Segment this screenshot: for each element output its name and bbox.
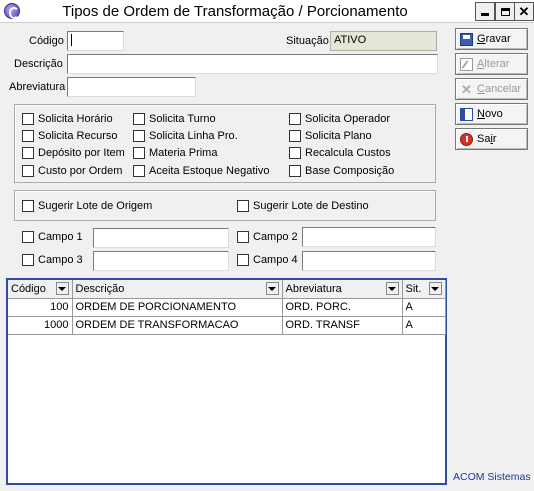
checkbox-box: [22, 165, 34, 177]
solicita-operador-checkbox[interactable]: Solicita Operador: [289, 113, 390, 125]
cell-abreviatura: ORD. PORC.: [282, 298, 403, 317]
checkbox-box: [289, 147, 301, 159]
close-icon: ✕: [518, 4, 530, 19]
abreviatura-input[interactable]: [67, 77, 196, 97]
novo-button[interactable]: Novo: [455, 103, 528, 125]
alterar-label: Alterar: [477, 58, 510, 70]
campo1-input[interactable]: [93, 228, 229, 248]
solicita-horario-checkbox[interactable]: Solicita Horário: [22, 113, 113, 125]
checkbox-box: [237, 254, 249, 266]
novo-label: Novo: [477, 108, 503, 120]
chevron-down-icon[interactable]: [265, 282, 279, 295]
custo-por-ordem-checkbox[interactable]: Custo por Ordem: [22, 165, 122, 177]
edit-icon: [460, 57, 473, 71]
cell-descricao: ORDEM DE PORCIONAMENTO: [72, 298, 283, 317]
title-bar: Tipos de Ordem de Transformação / Porcio…: [0, 0, 534, 23]
brand-footer: ACOM Sistemas: [453, 471, 531, 483]
checkbox-box: [289, 130, 301, 142]
checkbox-box: [289, 113, 301, 125]
table-header-row: Código Descrição Abreviatura Sit.: [8, 280, 446, 299]
cell-descricao: ORDEM DE TRANSFORMACAO: [72, 316, 283, 335]
campo3-checkbox[interactable]: Campo 3: [22, 254, 83, 266]
exit-icon: [460, 132, 473, 146]
solicita-turno-checkbox[interactable]: Solicita Turno: [133, 113, 216, 125]
maximize-icon: [500, 7, 510, 16]
table-row[interactable]: 1000 ORDEM DE TRANSFORMACAO ORD. TRANSF …: [8, 316, 446, 335]
column-header-codigo[interactable]: Código: [8, 280, 73, 299]
column-header-sit[interactable]: Sit.: [402, 280, 446, 299]
checkbox-box: [237, 231, 249, 243]
solicita-linha-checkbox[interactable]: Solicita Linha Pro.: [133, 130, 238, 142]
checkbox-box: [22, 147, 34, 159]
checkbox-box: [133, 130, 145, 142]
checkbox-box: [22, 200, 34, 212]
base-composicao-checkbox[interactable]: Base Composição: [289, 165, 394, 177]
codigo-input[interactable]: [67, 31, 124, 51]
window-title: Tipos de Ordem de Transformação / Porcio…: [62, 3, 408, 20]
cell-codigo: 100: [8, 298, 73, 317]
campo1-checkbox[interactable]: Campo 1: [22, 231, 83, 243]
checkbox-box: [133, 113, 145, 125]
chevron-down-icon[interactable]: [428, 282, 442, 295]
minimize-button[interactable]: [475, 2, 495, 21]
aceita-estoque-negativo-checkbox[interactable]: Aceita Estoque Negativo: [133, 165, 269, 177]
column-header-descricao[interactable]: Descrição: [72, 280, 283, 299]
cell-abreviatura: ORD. TRANSF: [282, 316, 403, 335]
checkbox-box: [22, 231, 34, 243]
campo4-input[interactable]: [302, 251, 436, 271]
descricao-label: Descrição: [14, 58, 63, 70]
cancel-icon: ✕: [461, 81, 472, 97]
cell-sit: A: [402, 316, 446, 335]
codigo-label: Código: [29, 35, 64, 47]
alterar-button[interactable]: Alterar: [455, 53, 528, 75]
cancelar-label: Cancelar: [477, 83, 522, 95]
solicita-recurso-checkbox[interactable]: Solicita Recurso: [22, 130, 117, 142]
sugerir-lote-destino-checkbox[interactable]: Sugerir Lote de Destino: [237, 200, 369, 212]
sugerir-lote-origem-checkbox[interactable]: Sugerir Lote de Origem: [22, 200, 152, 212]
new-document-icon: [460, 107, 473, 121]
save-icon: [460, 32, 473, 46]
checkbox-box: [22, 254, 34, 266]
table-row[interactable]: 100 ORDEM DE PORCIONAMENTO ORD. PORC. A: [8, 298, 446, 317]
chevron-down-icon[interactable]: [55, 282, 69, 295]
checkbox-box: [289, 165, 301, 177]
column-header-abreviatura[interactable]: Abreviatura: [282, 280, 403, 299]
checkbox-box: [22, 130, 34, 142]
situacao-field: ATIVO: [330, 31, 437, 51]
maximize-button[interactable]: [495, 2, 515, 21]
deposito-por-item-checkbox[interactable]: Depósito por Item: [22, 147, 125, 159]
close-button[interactable]: ✕: [514, 2, 534, 21]
gravar-button[interactable]: Gravar: [455, 28, 528, 50]
materia-prima-checkbox[interactable]: Materia Prima: [133, 147, 217, 159]
text-caret: [71, 34, 72, 47]
cancelar-button[interactable]: ✕ Cancelar: [455, 78, 528, 100]
checkbox-box: [22, 113, 34, 125]
cell-codigo: 1000: [8, 316, 73, 335]
abreviatura-label: Abreviatura: [9, 81, 66, 93]
records-table: Código Descrição Abreviatura Sit. 100 OR…: [8, 280, 446, 335]
gravar-label: Gravar: [477, 33, 511, 45]
sair-button[interactable]: Sair: [455, 128, 528, 150]
checkbox-box: [237, 200, 249, 212]
checkbox-box: [133, 165, 145, 177]
solicita-plano-checkbox[interactable]: Solicita Plano: [289, 130, 372, 142]
campo2-checkbox[interactable]: Campo 2: [237, 231, 298, 243]
cell-sit: A: [402, 298, 446, 317]
sair-label: Sair: [477, 133, 497, 145]
descricao-input[interactable]: [67, 54, 438, 74]
minimize-icon: [481, 13, 489, 16]
checkbox-box: [133, 147, 145, 159]
records-grid[interactable]: Código Descrição Abreviatura Sit. 100 OR…: [6, 278, 447, 485]
recalcula-custos-checkbox[interactable]: Recalcula Custos: [289, 147, 391, 159]
campo2-input[interactable]: [302, 227, 436, 247]
chevron-down-icon[interactable]: [385, 282, 399, 295]
campo4-checkbox[interactable]: Campo 4: [237, 254, 298, 266]
situacao-label: Situação: [286, 35, 329, 47]
campo3-input[interactable]: [93, 251, 229, 271]
